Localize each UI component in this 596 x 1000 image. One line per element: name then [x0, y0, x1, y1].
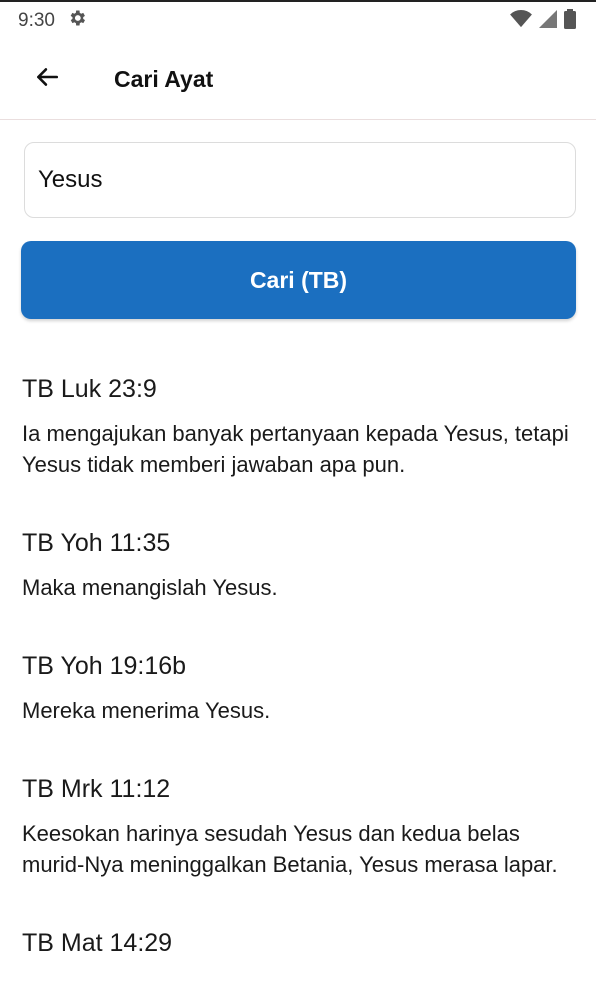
results-list: TB Luk 23:9 Ia mengajukan banyak pertany…: [0, 372, 596, 960]
result-ref: TB Luk 23:9: [22, 375, 157, 403]
battery-icon: [564, 8, 576, 34]
back-button[interactable]: [22, 55, 72, 105]
search-container: [0, 120, 596, 218]
status-right: [510, 8, 576, 34]
arrow-left-icon: [34, 64, 60, 95]
app-bar: Cari Ayat: [0, 40, 596, 120]
result-ref: TB Yoh 11:35: [22, 529, 171, 557]
result-item[interactable]: TB Luk 23:9 Ia mengajukan banyak pertany…: [22, 372, 574, 480]
result-item[interactable]: TB Yoh 19:16b Mereka menerima Yesus.: [22, 649, 574, 726]
wifi-icon: [510, 9, 532, 34]
result-item[interactable]: TB Mrk 11:12 Keesokan harinya sesudah Ye…: [22, 772, 574, 880]
status-time: 9:30: [18, 10, 55, 31]
search-button[interactable]: Cari (TB): [21, 241, 576, 319]
result-text: Mereka menerima Yesus.: [22, 698, 271, 723]
search-input[interactable]: [24, 142, 576, 218]
status-left: 9:30: [18, 8, 87, 34]
result-item[interactable]: TB Mat 14:29: [22, 926, 574, 960]
signal-icon: [538, 9, 558, 34]
result-text: Ia mengajukan banyak pertanyaan kepada Y…: [22, 421, 569, 477]
gear-icon: [67, 8, 87, 34]
status-bar: 9:30: [0, 0, 596, 40]
result-ref: TB Mat 14:29: [22, 929, 173, 957]
result-ref: TB Mrk 11:12: [22, 775, 171, 803]
result-text: Keesokan harinya sesudah Yesus dan kedua…: [22, 821, 558, 877]
page-title: Cari Ayat: [114, 66, 214, 92]
result-ref: TB Yoh 19:16b: [22, 652, 187, 680]
result-item[interactable]: TB Yoh 11:35 Maka menangislah Yesus.: [22, 526, 574, 603]
result-text: Maka menangislah Yesus.: [22, 575, 278, 600]
